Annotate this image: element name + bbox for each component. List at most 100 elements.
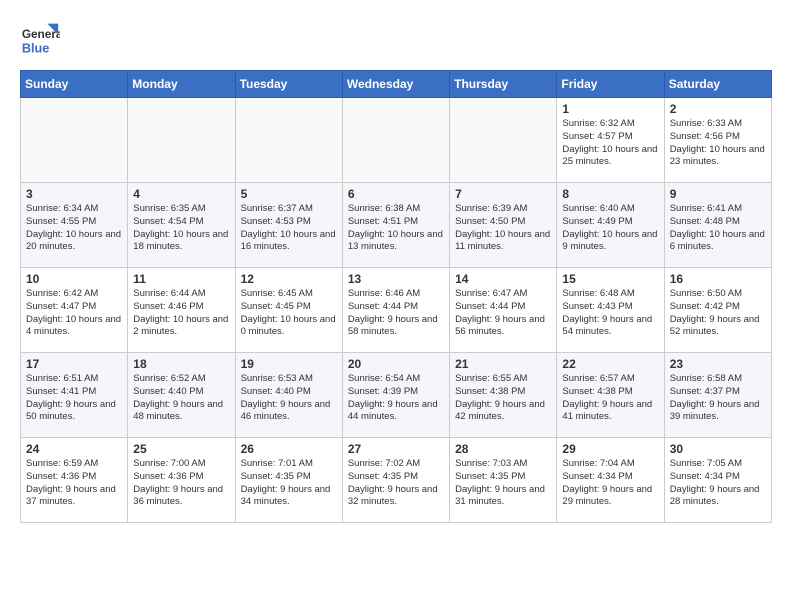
logo: GeneralBlue xyxy=(20,20,60,60)
calendar-cell: 2 Sunrise: 6:33 AM Sunset: 4:56 PM Daylig… xyxy=(664,98,771,183)
day-info: Sunrise: 6:55 AM Sunset: 4:38 PM Dayligh… xyxy=(455,373,551,424)
weekday-header: Saturday xyxy=(664,71,771,98)
calendar-cell: 10Sunrise: 6:42 AM Sunset: 4:47 PM Dayli… xyxy=(21,268,128,353)
calendar-cell: 12 Sunrise: 6:45 AM Sunset: 4:45 PM Dayli… xyxy=(235,268,342,353)
calendar-cell: 11 Sunrise: 6:44 AM Sunset: 4:46 PM Dayli… xyxy=(128,268,235,353)
calendar-cell xyxy=(21,98,128,183)
day-info: Sunrise: 6:37 AM Sunset: 4:53 PM Dayligh… xyxy=(241,203,337,254)
day-number: 17 xyxy=(26,357,122,371)
day-info: Sunrise: 6:59 AM Sunset: 4:36 PM Dayligh… xyxy=(26,458,122,509)
day-info: Sunrise: 6:40 AM Sunset: 4:49 PM Dayligh… xyxy=(562,203,658,254)
day-number: 4 xyxy=(133,187,229,201)
calendar-cell: 17 Sunrise: 6:51 AM Sunset: 4:41 PM Dayli… xyxy=(21,353,128,438)
day-number: 18 xyxy=(133,357,229,371)
svg-text:Blue: Blue xyxy=(22,41,50,56)
calendar-cell: 16 Sunrise: 6:50 AM Sunset: 4:42 PM Dayli… xyxy=(664,268,771,353)
day-number: 6 xyxy=(348,187,444,201)
weekday-header: Thursday xyxy=(450,71,557,98)
calendar-week-row: 1Sunrise: 6:32 AM Sunset: 4:57 PM Daylig… xyxy=(21,98,772,183)
day-info: Sunrise: 6:50 AM Sunset: 4:42 PM Dayligh… xyxy=(670,288,766,339)
calendar-header-row: SundayMondayTuesdayWednesdayThursdayFrid… xyxy=(21,71,772,98)
day-info: Sunrise: 7:05 AM Sunset: 4:34 PM Dayligh… xyxy=(670,458,766,509)
day-number: 22 xyxy=(562,357,658,371)
day-info: Sunrise: 6:52 AM Sunset: 4:40 PM Dayligh… xyxy=(133,373,229,424)
day-number: 12 xyxy=(241,272,337,286)
weekday-header: Wednesday xyxy=(342,71,449,98)
calendar-week-row: 17 Sunrise: 6:51 AM Sunset: 4:41 PM Dayli… xyxy=(21,353,772,438)
calendar-cell: 1Sunrise: 6:32 AM Sunset: 4:57 PM Daylig… xyxy=(557,98,664,183)
day-number: 8 xyxy=(562,187,658,201)
day-info: Sunrise: 6:44 AM Sunset: 4:46 PM Dayligh… xyxy=(133,288,229,339)
calendar-cell: 29 Sunrise: 7:04 AM Sunset: 4:34 PM Dayli… xyxy=(557,438,664,523)
day-info: Sunrise: 6:45 AM Sunset: 4:45 PM Dayligh… xyxy=(241,288,337,339)
weekday-header: Tuesday xyxy=(235,71,342,98)
day-number: 3 xyxy=(26,187,122,201)
calendar-cell: 7 Sunrise: 6:39 AM Sunset: 4:50 PM Daylig… xyxy=(450,183,557,268)
day-info: Sunrise: 6:33 AM Sunset: 4:56 PM Dayligh… xyxy=(670,118,766,169)
day-info: Sunrise: 6:39 AM Sunset: 4:50 PM Dayligh… xyxy=(455,203,551,254)
day-number: 16 xyxy=(670,272,766,286)
day-info: Sunrise: 7:03 AM Sunset: 4:35 PM Dayligh… xyxy=(455,458,551,509)
day-info: Sunrise: 6:46 AM Sunset: 4:44 PM Dayligh… xyxy=(348,288,444,339)
calendar-cell: 18 Sunrise: 6:52 AM Sunset: 4:40 PM Dayli… xyxy=(128,353,235,438)
calendar-cell xyxy=(235,98,342,183)
calendar-cell: 9 Sunrise: 6:41 AM Sunset: 4:48 PM Daylig… xyxy=(664,183,771,268)
calendar-cell xyxy=(342,98,449,183)
calendar-cell: 20 Sunrise: 6:54 AM Sunset: 4:39 PM Dayli… xyxy=(342,353,449,438)
day-number: 7 xyxy=(455,187,551,201)
day-number: 29 xyxy=(562,442,658,456)
calendar-cell: 5Sunrise: 6:37 AM Sunset: 4:53 PM Daylig… xyxy=(235,183,342,268)
calendar-cell: 8 Sunrise: 6:40 AM Sunset: 4:49 PM Daylig… xyxy=(557,183,664,268)
day-number: 26 xyxy=(241,442,337,456)
calendar-cell: 30Sunrise: 7:05 AM Sunset: 4:34 PM Dayli… xyxy=(664,438,771,523)
calendar-week-row: 3 Sunrise: 6:34 AM Sunset: 4:55 PM Daylig… xyxy=(21,183,772,268)
calendar-cell: 27Sunrise: 7:02 AM Sunset: 4:35 PM Dayli… xyxy=(342,438,449,523)
day-info: Sunrise: 7:04 AM Sunset: 4:34 PM Dayligh… xyxy=(562,458,658,509)
calendar-cell: 3 Sunrise: 6:34 AM Sunset: 4:55 PM Daylig… xyxy=(21,183,128,268)
day-number: 21 xyxy=(455,357,551,371)
day-info: Sunrise: 7:01 AM Sunset: 4:35 PM Dayligh… xyxy=(241,458,337,509)
day-info: Sunrise: 6:51 AM Sunset: 4:41 PM Dayligh… xyxy=(26,373,122,424)
day-info: Sunrise: 6:41 AM Sunset: 4:48 PM Dayligh… xyxy=(670,203,766,254)
weekday-header: Monday xyxy=(128,71,235,98)
calendar-cell: 4 Sunrise: 6:35 AM Sunset: 4:54 PM Daylig… xyxy=(128,183,235,268)
day-number: 10 xyxy=(26,272,122,286)
page-header: GeneralBlue xyxy=(20,20,772,60)
day-number: 13 xyxy=(348,272,444,286)
weekday-header: Sunday xyxy=(21,71,128,98)
calendar-cell: 13 Sunrise: 6:46 AM Sunset: 4:44 PM Dayli… xyxy=(342,268,449,353)
calendar-cell xyxy=(128,98,235,183)
calendar-table: SundayMondayTuesdayWednesdayThursdayFrid… xyxy=(20,70,772,523)
day-number: 19 xyxy=(241,357,337,371)
day-info: Sunrise: 6:35 AM Sunset: 4:54 PM Dayligh… xyxy=(133,203,229,254)
calendar-cell: 23Sunrise: 6:58 AM Sunset: 4:37 PM Dayli… xyxy=(664,353,771,438)
day-number: 1 xyxy=(562,102,658,116)
weekday-header: Friday xyxy=(557,71,664,98)
day-info: Sunrise: 6:48 AM Sunset: 4:43 PM Dayligh… xyxy=(562,288,658,339)
day-number: 2 xyxy=(670,102,766,116)
calendar-cell: 22 Sunrise: 6:57 AM Sunset: 4:38 PM Dayli… xyxy=(557,353,664,438)
calendar-week-row: 24Sunrise: 6:59 AM Sunset: 4:36 PM Dayli… xyxy=(21,438,772,523)
logo-icon: GeneralBlue xyxy=(20,20,60,60)
day-info: Sunrise: 6:57 AM Sunset: 4:38 PM Dayligh… xyxy=(562,373,658,424)
calendar-cell: 28 Sunrise: 7:03 AM Sunset: 4:35 PM Dayli… xyxy=(450,438,557,523)
day-number: 28 xyxy=(455,442,551,456)
calendar-cell: 26 Sunrise: 7:01 AM Sunset: 4:35 PM Dayli… xyxy=(235,438,342,523)
day-info: Sunrise: 6:54 AM Sunset: 4:39 PM Dayligh… xyxy=(348,373,444,424)
day-info: Sunrise: 6:53 AM Sunset: 4:40 PM Dayligh… xyxy=(241,373,337,424)
day-info: Sunrise: 6:34 AM Sunset: 4:55 PM Dayligh… xyxy=(26,203,122,254)
calendar-cell: 21 Sunrise: 6:55 AM Sunset: 4:38 PM Dayli… xyxy=(450,353,557,438)
day-number: 15 xyxy=(562,272,658,286)
calendar-cell: 15 Sunrise: 6:48 AM Sunset: 4:43 PM Dayli… xyxy=(557,268,664,353)
calendar-cell: 25Sunrise: 7:00 AM Sunset: 4:36 PM Dayli… xyxy=(128,438,235,523)
day-number: 20 xyxy=(348,357,444,371)
day-number: 11 xyxy=(133,272,229,286)
day-number: 9 xyxy=(670,187,766,201)
day-number: 23 xyxy=(670,357,766,371)
calendar-cell: 14Sunrise: 6:47 AM Sunset: 4:44 PM Dayli… xyxy=(450,268,557,353)
day-number: 25 xyxy=(133,442,229,456)
calendar-cell: 6Sunrise: 6:38 AM Sunset: 4:51 PM Daylig… xyxy=(342,183,449,268)
calendar-cell xyxy=(450,98,557,183)
calendar-week-row: 10Sunrise: 6:42 AM Sunset: 4:47 PM Dayli… xyxy=(21,268,772,353)
day-info: Sunrise: 6:47 AM Sunset: 4:44 PM Dayligh… xyxy=(455,288,551,339)
